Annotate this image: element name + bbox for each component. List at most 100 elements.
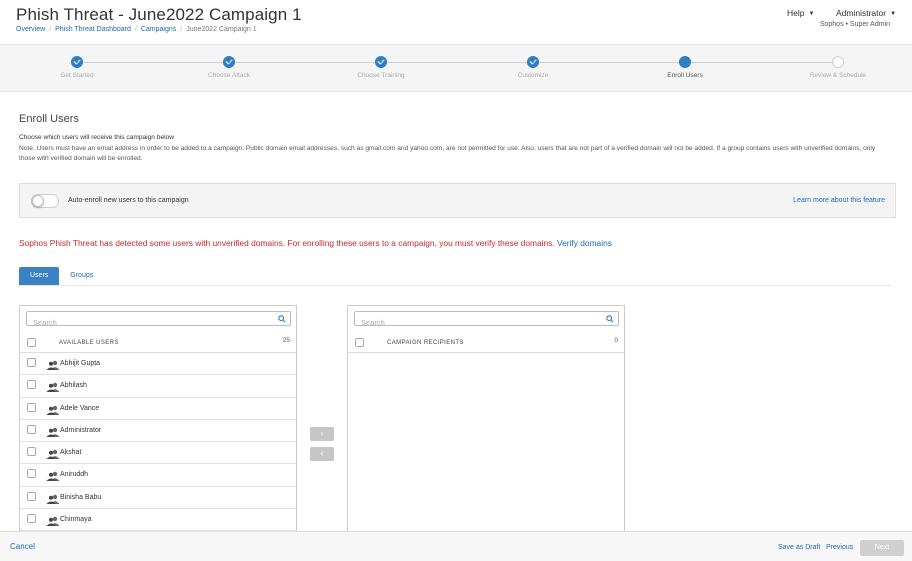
search-icon[interactable] <box>606 315 614 323</box>
check-icon <box>223 56 235 68</box>
add-to-recipients-button[interactable]: › <box>310 427 334 441</box>
user-checkbox[interactable] <box>27 380 36 390</box>
user-checkbox[interactable] <box>27 358 36 367</box>
user-name: Abhijit Gupta <box>60 360 101 367</box>
recipients-search-input[interactable] <box>355 316 595 329</box>
campaign-recipients-panel: CAMPAIGN RECIPIENTS 0 <box>347 305 625 533</box>
caret-down-icon: ▼ <box>890 11 897 17</box>
user-name: Adele Vance <box>60 404 100 412</box>
available-users-panel: AVAILABLE USERS 25 Abhijit Gupta Abhilas… <box>19 305 297 533</box>
select-all-recipients-checkbox[interactable] <box>355 338 364 347</box>
step-label: Review & Schedule <box>809 72 867 79</box>
user-name: Binisha Babu <box>60 493 102 501</box>
account-menu-label: Administrator <box>836 8 887 18</box>
available-users-header: AVAILABLE USERS 25 <box>20 332 296 353</box>
user-name: Abhilash <box>60 382 87 390</box>
tab-users[interactable]: Users <box>19 267 60 285</box>
available-users-list: Abhijit Gupta Abhilash Adele Vance Admin… <box>20 353 296 532</box>
user-name: Administrator <box>60 426 102 434</box>
list-item[interactable]: Administrator <box>20 420 296 443</box>
step-enroll-users[interactable]: Enroll Users <box>635 56 735 79</box>
cancel-button[interactable]: Cancel <box>10 542 35 551</box>
pending-step-dot-icon <box>832 56 844 68</box>
toggle-knob <box>32 195 44 207</box>
org-role: Sophos • Super Admin <box>819 21 890 28</box>
previous-button[interactable]: Previous <box>826 544 853 551</box>
step-label: Get Started <box>60 72 94 79</box>
breadcrumb-current: June2022 Campaign 1 <box>186 26 257 33</box>
user-checkbox[interactable] <box>27 469 36 479</box>
step-choose-attack[interactable]: Choose Attack <box>179 56 279 79</box>
user-group-icon <box>46 516 60 527</box>
auto-enroll-label: Auto-enroll new users to this campaign <box>68 197 189 204</box>
step-review-schedule[interactable]: Review & Schedule <box>788 56 888 79</box>
breadcrumb: Overview / Phish Threat Dashboard / Camp… <box>16 26 257 33</box>
step-get-started[interactable]: Get Started <box>27 56 127 79</box>
user-group-icon <box>46 383 60 393</box>
user-group-tabs: Users Groups <box>19 267 104 285</box>
list-item[interactable]: Aniruddh <box>20 464 296 487</box>
wizard-stepper: Get Started Choose Attack Choose Trainin… <box>0 44 912 92</box>
user-name: Chinmaya <box>60 516 92 524</box>
step-label: Enroll Users <box>667 72 703 79</box>
user-checkbox[interactable] <box>27 491 36 501</box>
user-group-icon <box>46 405 60 415</box>
section-title: Enroll Users <box>19 113 79 125</box>
page-title: Phish Threat - June2022 Campaign 1 <box>16 5 302 24</box>
page-header: Phish Threat - June2022 Campaign 1 Overv… <box>0 0 912 44</box>
campaign-recipients-header: CAMPAIGN RECIPIENTS 0 <box>348 332 624 353</box>
user-group-icon <box>46 494 60 504</box>
user-group-icon <box>46 360 60 370</box>
remove-from-recipients-button[interactable]: ‹ <box>310 447 334 461</box>
breadcrumb-separator: / <box>49 26 52 33</box>
account-menu[interactable]: Administrator ▼ <box>836 8 896 18</box>
list-item[interactable]: Abhijit Gupta <box>20 353 296 376</box>
breadcrumb-overview[interactable]: Overview <box>16 26 45 33</box>
recipients-search-box <box>354 311 619 329</box>
breadcrumb-separator: / <box>134 26 137 33</box>
available-users-title: AVAILABLE USERS <box>59 340 119 346</box>
list-item[interactable]: Chinmaya <box>20 509 296 532</box>
available-search-input[interactable] <box>27 316 267 329</box>
step-label: Customize <box>517 72 549 79</box>
next-button[interactable]: Next <box>860 540 904 556</box>
user-name: Aniruddh <box>60 471 89 479</box>
list-item[interactable]: Binisha Babu <box>20 487 296 510</box>
available-users-count: 25 <box>282 337 290 344</box>
search-icon[interactable] <box>278 315 286 323</box>
help-menu[interactable]: Help ▼ <box>787 8 814 18</box>
user-checkbox[interactable] <box>27 514 36 524</box>
list-item[interactable]: Akshat <box>20 442 296 465</box>
user-checkbox[interactable] <box>27 402 36 412</box>
user-group-icon <box>46 472 60 482</box>
user-group-icon <box>46 449 60 460</box>
save-as-draft-button[interactable]: Save as Draft <box>778 544 820 551</box>
wizard-footer: Cancel Save as Draft Previous Next <box>0 531 912 561</box>
list-item[interactable]: Adele Vance <box>20 398 296 420</box>
warning-text: Sophos Phish Threat has detected some us… <box>19 238 555 248</box>
help-menu-label: Help <box>787 8 805 18</box>
verify-domains-link[interactable]: Verify domains <box>557 238 612 248</box>
breadcrumb-separator: / <box>180 26 183 33</box>
enroll-note: Note: Users must have an email address i… <box>19 145 876 162</box>
user-group-icon <box>46 427 60 437</box>
unverified-domain-warning: Sophos Phish Threat has detected some us… <box>19 238 612 248</box>
campaign-recipients-count: 0 <box>614 337 618 344</box>
available-search-box <box>26 311 291 329</box>
step-label: Choose Attack <box>208 72 250 79</box>
breadcrumb-campaigns[interactable]: Campaigns <box>141 26 176 33</box>
select-all-available-checkbox[interactable] <box>27 338 36 347</box>
breadcrumb-phish-threat-dashboard[interactable]: Phish Threat Dashboard <box>55 26 131 33</box>
user-checkbox[interactable] <box>27 447 36 457</box>
list-item[interactable]: Abhilash <box>20 375 296 398</box>
step-choose-training[interactable]: Choose Training <box>331 56 431 79</box>
tab-groups[interactable]: Groups <box>59 267 104 285</box>
check-icon <box>71 56 83 68</box>
step-customize[interactable]: Customize <box>483 56 583 79</box>
auto-enroll-toggle[interactable] <box>31 194 59 208</box>
check-icon <box>527 56 539 68</box>
tab-divider <box>19 285 891 286</box>
user-checkbox[interactable] <box>27 424 36 434</box>
learn-more-link[interactable]: Learn more about this feature <box>793 197 885 204</box>
step-label: Choose Training <box>357 72 405 79</box>
